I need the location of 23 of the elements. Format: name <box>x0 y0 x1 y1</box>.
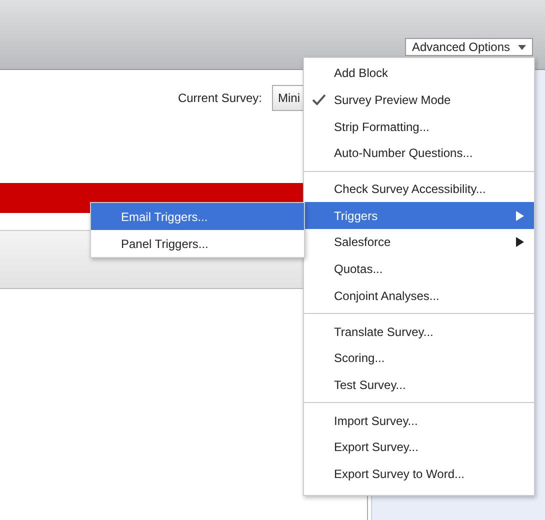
menu-item[interactable]: Email Triggers... <box>91 203 304 230</box>
current-survey-label: Current Survey: <box>178 91 262 105</box>
menu-item[interactable]: Import Survey... <box>304 407 534 434</box>
menu-item[interactable]: Export Survey... <box>304 434 534 461</box>
menu-item[interactable]: Translate Survey... <box>304 318 534 345</box>
menu-item[interactable]: Check Survey Accessibility... <box>304 176 534 202</box>
menu-item[interactable]: Triggers <box>304 202 534 230</box>
menu-item[interactable]: Conjoint Analyses... <box>304 282 534 310</box>
menu-item[interactable]: Survey Preview Mode <box>304 86 534 114</box>
advanced-options-dropdown[interactable]: Advanced Options <box>404 38 533 56</box>
menu-item[interactable]: Export Survey to Word... <box>304 460 534 488</box>
menu-item[interactable]: Panel Triggers... <box>91 230 304 257</box>
menu-item[interactable]: Strip Formatting... <box>304 113 534 140</box>
menu-item[interactable]: Salesforce <box>304 229 534 256</box>
submenu-arrow-icon <box>516 210 524 221</box>
menu-item[interactable]: Scoring... <box>304 344 534 372</box>
menu-item[interactable]: Auto-Number Questions... <box>304 140 534 167</box>
caret-icon <box>518 44 526 50</box>
menu-item[interactable]: Quotas... <box>304 256 534 282</box>
submenu-arrow-icon <box>516 237 524 248</box>
checkmark-icon <box>312 94 326 106</box>
menu-item[interactable]: Add Block <box>304 60 534 87</box>
menu-item[interactable]: Test Survey... <box>304 372 534 398</box>
